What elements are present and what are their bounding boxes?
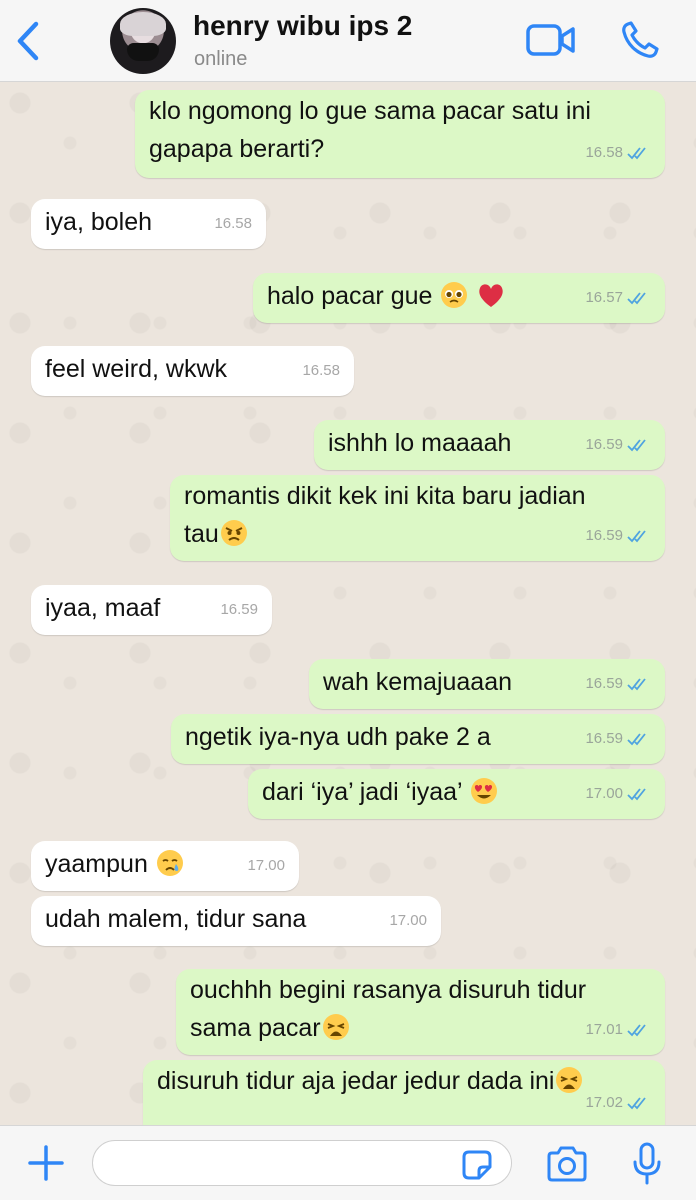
- message-meta: 16.59: [585, 665, 651, 703]
- message-time: 16.59: [585, 730, 623, 747]
- chevron-left-icon: [17, 21, 39, 61]
- back-button[interactable]: [12, 20, 44, 62]
- message-time: 17.01: [585, 1021, 623, 1038]
- camera-button[interactable]: [545, 1145, 589, 1183]
- message-text: disuruh tidur aja jedar jedur dada ini: [157, 1067, 555, 1095]
- message-meta: 17.00: [389, 902, 427, 940]
- message-meta: 16.59: [585, 720, 651, 758]
- crying-face-emoji: [156, 850, 183, 876]
- plus-icon: [28, 1145, 64, 1181]
- read-ticks-icon: [627, 733, 646, 746]
- message-bubble-outgoing[interactable]: ishhh lo maaaah 16.59: [314, 420, 665, 470]
- message-time: 16.58: [585, 144, 623, 161]
- avatar-hair: [120, 12, 166, 36]
- message-meta: 16.58: [302, 352, 340, 390]
- message-bubble-incoming[interactable]: yaampun 17.00: [31, 841, 299, 891]
- message-text: yaampun: [45, 850, 148, 878]
- weary-face-emoji: [322, 1014, 349, 1040]
- message-text: wah kemajuaaan: [323, 668, 513, 696]
- message-time: 17.00: [247, 857, 285, 874]
- message-time: 16.58: [214, 215, 252, 232]
- message-bubble-incoming[interactable]: iyaa, maaf 16.59: [31, 585, 272, 635]
- message-meta: 16.58: [585, 134, 651, 172]
- contact-status: online: [194, 48, 248, 70]
- message-meta: 16.58: [214, 205, 252, 243]
- message-text: gapapa berarti?: [149, 135, 325, 163]
- pleading-face-emoji: [441, 282, 468, 308]
- message-meta: 16.59: [585, 426, 651, 464]
- message-time: 16.57: [585, 289, 623, 306]
- message-composer: [0, 1125, 696, 1200]
- chat-area[interactable]: klo ngomong lo gue sama pacar satu ini g…: [0, 83, 696, 1125]
- avatar-mask: [127, 43, 159, 61]
- read-ticks-icon: [627, 530, 646, 543]
- message-text: romantis dikit kek ini kita baru jadian: [184, 482, 586, 510]
- message-bubble-incoming[interactable]: udah malem, tidur sana 17.00: [31, 896, 441, 946]
- phone-icon: [622, 21, 659, 58]
- microphone-button[interactable]: [632, 1142, 662, 1186]
- weary-face-emoji: [556, 1067, 583, 1093]
- read-ticks-icon: [627, 1024, 646, 1037]
- read-ticks-icon: [627, 1097, 646, 1110]
- heart-eyes-face-emoji: [470, 778, 497, 804]
- message-bubble-outgoing[interactable]: klo ngomong lo gue sama pacar satu ini g…: [135, 90, 665, 178]
- message-time: 16.59: [585, 436, 623, 453]
- attach-button[interactable]: [26, 1143, 66, 1183]
- avatar[interactable]: [110, 8, 176, 74]
- message-meta: 17.01: [585, 1011, 651, 1049]
- message-time: 17.00: [389, 912, 427, 929]
- camera-icon: [547, 1146, 587, 1182]
- message-text: dari ‘iya’ jadi ‘iyaa’: [262, 778, 462, 806]
- red-heart-emoji: [479, 284, 503, 307]
- message-bubble-outgoing[interactable]: ngetik iya-nya udh pake 2 a 16.59: [171, 714, 665, 764]
- sticker-icon: [462, 1150, 492, 1180]
- message-input[interactable]: [92, 1140, 512, 1186]
- message-time: 17.00: [585, 785, 623, 802]
- video-call-button[interactable]: [526, 22, 576, 58]
- contact-name[interactable]: henry wibu ips 2: [193, 10, 412, 42]
- read-ticks-icon: [627, 788, 646, 801]
- message-text: feel weird, wkwk: [45, 355, 227, 383]
- message-text: ouchhh begini rasanya disuruh tidur: [190, 976, 587, 1004]
- message-text: ngetik iya-nya udh pake 2 a: [185, 723, 491, 751]
- message-text: halo pacar gue: [267, 282, 433, 310]
- message-bubble-incoming[interactable]: feel weird, wkwk 16.58: [31, 346, 354, 396]
- message-text: iya, boleh: [45, 208, 153, 236]
- message-bubble-outgoing[interactable]: disuruh tidur aja jedar jedur dada ini 1…: [143, 1060, 665, 1125]
- message-text: klo ngomong lo gue sama pacar satu ini: [149, 97, 591, 125]
- message-bubble-outgoing[interactable]: ouchhh begini rasanya disuruh tidur sama…: [176, 969, 665, 1055]
- read-ticks-icon: [627, 678, 646, 691]
- message-bubble-outgoing[interactable]: wah kemajuaaan 16.59: [309, 659, 665, 709]
- message-bubble-outgoing[interactable]: halo pacar gue 16.57: [253, 273, 665, 323]
- message-bubble-outgoing[interactable]: romantis dikit kek ini kita baru jadian …: [170, 475, 665, 561]
- message-time: 16.59: [220, 601, 258, 618]
- message-time: 17.02: [585, 1094, 623, 1111]
- message-time: 16.59: [585, 527, 623, 544]
- message-text: udah malem, tidur sana: [45, 905, 307, 933]
- message-meta: 17.00: [247, 847, 285, 885]
- message-meta: 16.57: [585, 279, 651, 317]
- message-bubble-outgoing[interactable]: dari ‘iya’ jadi ‘iyaa’ 17.00: [248, 769, 665, 819]
- read-ticks-icon: [627, 147, 646, 160]
- read-ticks-icon: [627, 439, 646, 452]
- message-text: ishhh lo maaaah: [328, 429, 512, 457]
- message-text: iyaa, maaf: [45, 594, 161, 622]
- read-ticks-icon: [627, 292, 646, 305]
- message-time: 16.59: [585, 675, 623, 692]
- message-text: tau: [184, 520, 219, 548]
- message-bubble-incoming[interactable]: iya, boleh 16.58: [31, 199, 266, 249]
- message-meta: 17.02: [585, 1084, 651, 1122]
- sticker-button[interactable]: [460, 1148, 494, 1182]
- message-text: sama pacar: [190, 1014, 321, 1042]
- message-meta: 16.59: [220, 591, 258, 629]
- message-meta: 16.59: [585, 517, 651, 555]
- message-meta: 17.00: [585, 775, 651, 813]
- video-camera-icon: [526, 24, 575, 56]
- microphone-icon: [633, 1142, 661, 1185]
- angry-face-emoji: [220, 520, 247, 546]
- message-time: 16.58: [302, 362, 340, 379]
- voice-call-button[interactable]: [620, 20, 660, 60]
- chat-header: henry wibu ips 2 online: [0, 0, 696, 82]
